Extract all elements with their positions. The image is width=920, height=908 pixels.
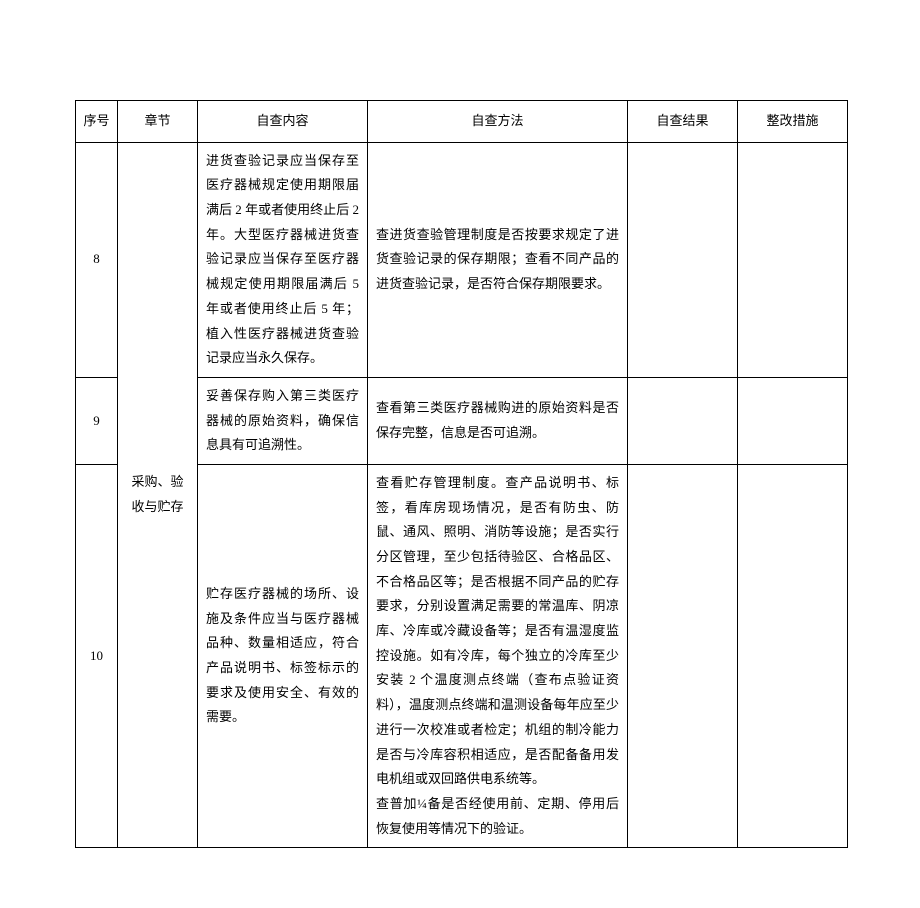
inspection-table: 序号 章节 自查内容 自查方法 自查结果 整改措施 8 采购、验收与贮存 进货查…: [75, 100, 848, 848]
header-fix: 整改措施: [738, 101, 848, 143]
cell-result: [628, 377, 738, 464]
header-method: 自查方法: [368, 101, 628, 143]
cell-method: 查进货查验管理制度是否按要求规定了进货查验记录的保存期限；查看不同产品的进货查验…: [368, 142, 628, 377]
cell-num: 10: [76, 464, 118, 847]
cell-num: 8: [76, 142, 118, 377]
cell-chapter: 采购、验收与贮存: [118, 142, 198, 848]
cell-fix: [738, 377, 848, 464]
cell-result: [628, 142, 738, 377]
table-row: 8 采购、验收与贮存 进货查验记录应当保存至医疗器械规定使用期限届满后 2 年或…: [76, 142, 848, 377]
cell-result: [628, 464, 738, 847]
cell-content: 进货查验记录应当保存至医疗器械规定使用期限届满后 2 年或者使用终止后 2 年。…: [198, 142, 368, 377]
cell-fix: [738, 142, 848, 377]
cell-num: 9: [76, 377, 118, 464]
cell-content: 妥善保存购入第三类医疗器械的原始资料，确保信息具有可追溯性。: [198, 377, 368, 464]
header-content: 自查内容: [198, 101, 368, 143]
header-result: 自查结果: [628, 101, 738, 143]
header-chapter: 章节: [118, 101, 198, 143]
cell-fix: [738, 464, 848, 847]
cell-method: 查看贮存管理制度。查产品说明书、标签，看库房现场情况，是否有防虫、防鼠、通风、照…: [368, 464, 628, 847]
header-num: 序号: [76, 101, 118, 143]
table-header-row: 序号 章节 自查内容 自查方法 自查结果 整改措施: [76, 101, 848, 143]
cell-method: 查看第三类医疗器械购进的原始资料是否保存完整，信息是否可追溯。: [368, 377, 628, 464]
cell-content: 贮存医疗器械的场所、设施及条件应当与医疗器械品种、数量相适应，符合产品说明书、标…: [198, 464, 368, 847]
